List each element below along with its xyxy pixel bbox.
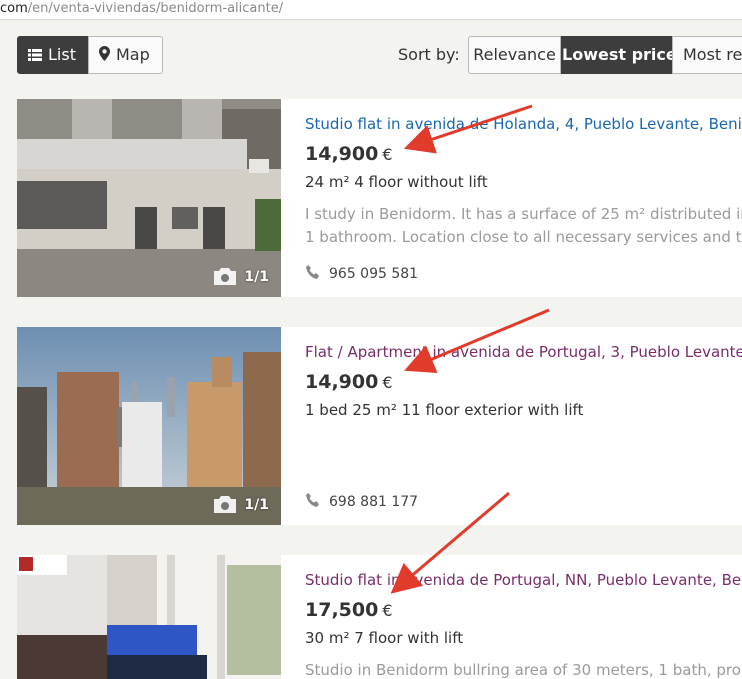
- agency-logo-icon: [19, 557, 33, 571]
- description-line: I study in Benidorm. It has a surface of…: [305, 205, 742, 223]
- list-view-button[interactable]: List: [17, 36, 89, 74]
- listing-info: Studio flat in avenida de Holanda, 4, Pu…: [305, 99, 742, 297]
- studio-interior-image: [17, 555, 281, 679]
- listing-details: 1 bed 25 m² 11 floor exterior with lift: [305, 401, 584, 419]
- listing-phone[interactable]: 965 095 581: [305, 264, 418, 284]
- sort-by-label: Sort by:: [398, 45, 460, 64]
- price-value: 14,900: [305, 143, 379, 165]
- listing-price: 17,500 €: [305, 599, 393, 621]
- listing-details: 30 m² 7 floor with lift: [305, 629, 464, 647]
- listing-info: Studio flat in avenida de Portugal, NN, …: [305, 555, 742, 679]
- price-value: 14,900: [305, 371, 379, 393]
- address-bar[interactable]: com/en/venta-viviendas/benidorm-alicante…: [0, 0, 742, 20]
- camera-icon: [214, 496, 237, 513]
- listing-details: 24 m² 4 floor without lift: [305, 173, 488, 191]
- photo-count: 1/1: [244, 496, 269, 513]
- photo-counter: 1/1: [214, 268, 269, 285]
- list-view-label: List: [48, 45, 76, 64]
- map-view-label: Map: [116, 45, 150, 64]
- phone-icon: [305, 492, 321, 512]
- price-currency: €: [382, 601, 393, 620]
- price-currency: €: [382, 145, 393, 164]
- description-line: Studio in Benidorm bullring area of 30 m…: [305, 661, 742, 679]
- listing-title-link[interactable]: Studio flat in avenida de Holanda, 4, Pu…: [305, 115, 742, 133]
- phone-number: 698 881 177: [329, 494, 419, 510]
- phone-number: 965 095 581: [329, 266, 419, 282]
- sort-lowest-price-button[interactable]: Lowest price: [561, 36, 677, 74]
- list-icon: [28, 38, 42, 74]
- listing-photo[interactable]: [17, 555, 281, 679]
- map-pin-icon: [99, 38, 110, 74]
- map-view-button[interactable]: Map: [88, 36, 163, 74]
- photo-counter: 1/1: [214, 496, 269, 513]
- listing-price: 14,900 €: [305, 371, 393, 393]
- photo-count: 1/1: [244, 268, 269, 285]
- sort-relevance-button[interactable]: Relevance: [468, 36, 561, 74]
- camera-icon: [214, 268, 237, 285]
- description-line: 1 bathroom. Location close to all necess…: [305, 228, 742, 246]
- listing-photo[interactable]: 1/1: [17, 327, 281, 525]
- url-path: /en/venta-viviendas/benidorm-alicante/: [27, 1, 284, 16]
- listing-phone[interactable]: 698 881 177: [305, 492, 418, 512]
- listing-card[interactable]: Studio flat in avenida de Portugal, NN, …: [17, 555, 742, 679]
- sort-most-recent-button[interactable]: Most rec: [672, 36, 742, 74]
- results-toolbar: List Map Sort by: Relevance Lowest price…: [0, 36, 742, 74]
- listing-description: I study in Benidorm. It has a surface of…: [305, 203, 742, 249]
- listing-info: Flat / Apartment in avenida de Portugal,…: [305, 327, 742, 525]
- listing-card[interactable]: 1/1 Studio flat in avenida de Holanda, 4…: [17, 99, 742, 297]
- listing-card[interactable]: 1/1 Flat / Apartment in avenida de Portu…: [17, 327, 742, 525]
- listing-price: 14,900 €: [305, 143, 393, 165]
- listing-title-link[interactable]: Studio flat in avenida de Portugal, NN, …: [305, 571, 742, 589]
- listing-photo[interactable]: 1/1: [17, 99, 281, 297]
- phone-icon: [305, 264, 321, 284]
- price-currency: €: [382, 373, 393, 392]
- url-domain: com: [0, 1, 28, 16]
- listing-description: Studio in Benidorm bullring area of 30 m…: [305, 659, 742, 679]
- listing-title-link[interactable]: Flat / Apartment in avenida de Portugal,…: [305, 343, 742, 361]
- price-value: 17,500: [305, 599, 379, 621]
